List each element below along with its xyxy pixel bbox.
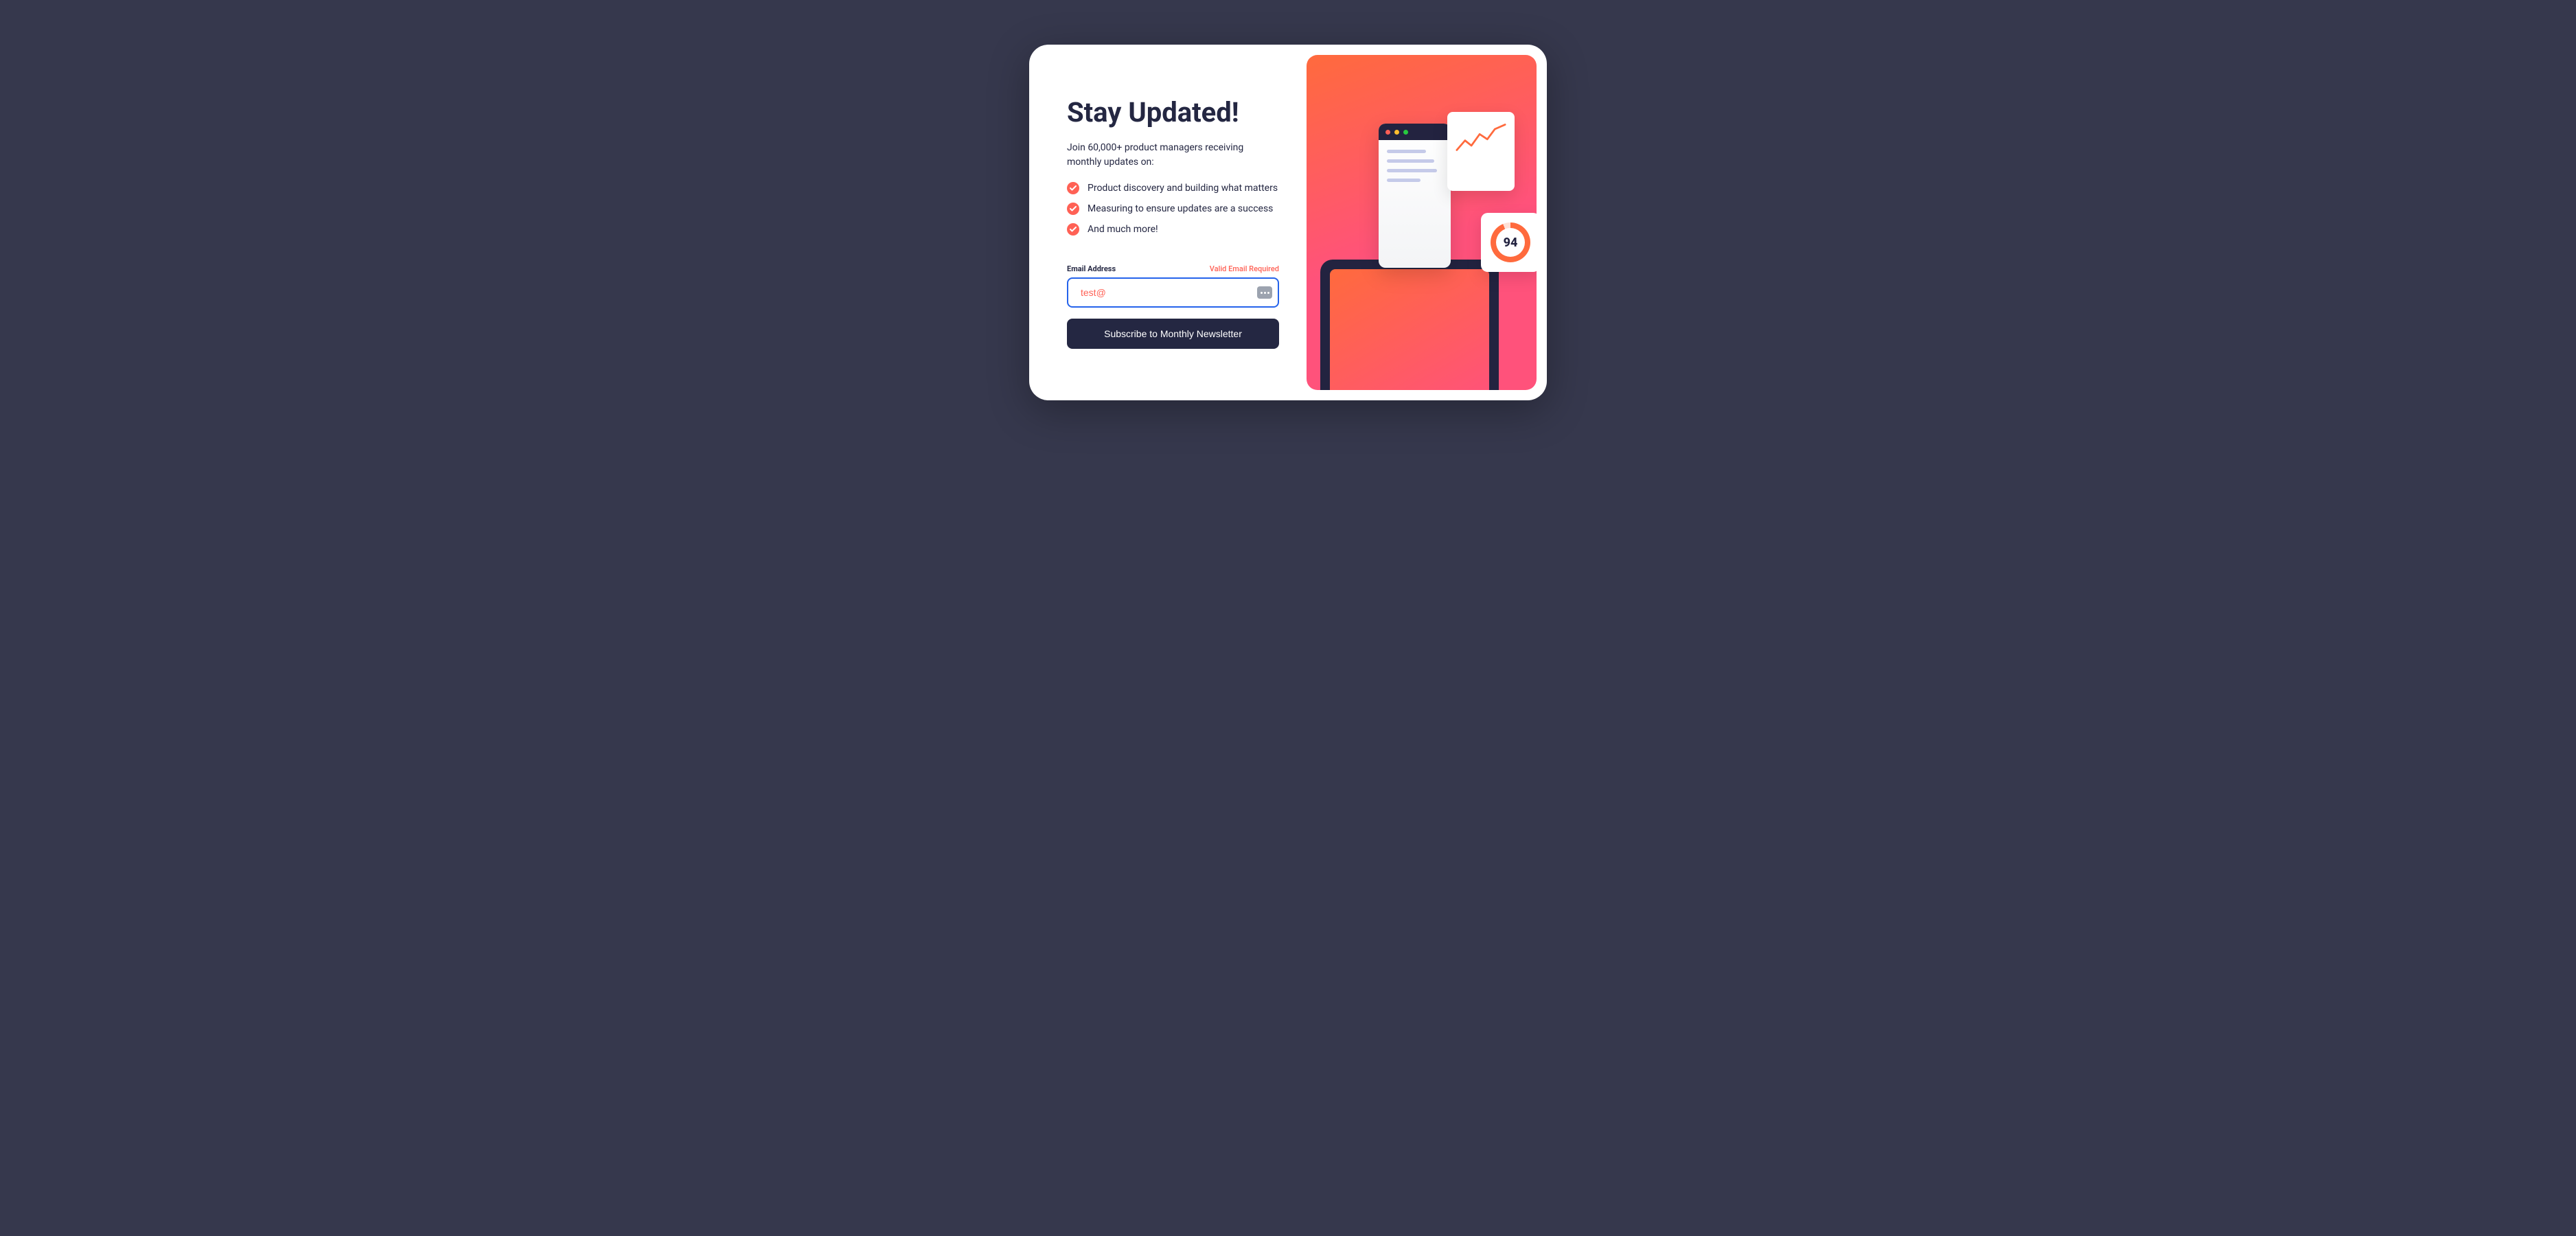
traffic-light-green-icon xyxy=(1403,130,1408,135)
score-ring-icon: 94 xyxy=(1491,222,1530,262)
window-titlebar xyxy=(1379,124,1451,140)
feature-item: Measuring to ensure updates are a succes… xyxy=(1067,203,1279,215)
input-wrapper xyxy=(1067,277,1279,308)
traffic-light-yellow-icon xyxy=(1394,130,1399,135)
feature-item: Product discovery and building what matt… xyxy=(1067,182,1279,194)
tablet-device xyxy=(1320,260,1499,390)
feature-text: Product discovery and building what matt… xyxy=(1088,183,1278,194)
email-label: Email Address xyxy=(1067,264,1116,273)
score-card: 94 xyxy=(1481,213,1537,272)
content-panel: Stay Updated! Join 60,000+ product manag… xyxy=(1039,55,1307,390)
feature-list: Product discovery and building what matt… xyxy=(1067,182,1279,244)
email-field[interactable] xyxy=(1067,277,1279,308)
tablet-screen xyxy=(1330,269,1489,390)
label-row: Email Address Valid Email Required xyxy=(1067,264,1279,273)
traffic-light-red-icon xyxy=(1385,130,1390,135)
text-line xyxy=(1387,179,1421,182)
check-icon xyxy=(1067,182,1079,194)
subtitle-text: Join 60,000+ product managers receiving … xyxy=(1067,141,1279,170)
text-line xyxy=(1387,150,1426,153)
autofill-icon[interactable] xyxy=(1257,286,1272,299)
newsletter-card: Stay Updated! Join 60,000+ product manag… xyxy=(1029,45,1547,400)
chart-card xyxy=(1447,112,1515,191)
error-message: Valid Email Required xyxy=(1210,264,1279,273)
page-title: Stay Updated! xyxy=(1067,96,1279,128)
window-content xyxy=(1379,140,1451,198)
subscribe-button[interactable]: Subscribe to Monthly Newsletter xyxy=(1067,319,1279,349)
line-chart-icon xyxy=(1456,120,1506,154)
feature-text: And much more! xyxy=(1088,224,1158,235)
check-icon xyxy=(1067,223,1079,236)
check-icon xyxy=(1067,203,1079,215)
feature-item: And much more! xyxy=(1067,223,1279,236)
text-line xyxy=(1387,169,1437,172)
browser-window xyxy=(1379,124,1451,268)
text-line xyxy=(1387,159,1434,163)
illustration-panel: 94 xyxy=(1307,55,1537,390)
score-value: 94 xyxy=(1496,228,1525,257)
feature-text: Measuring to ensure updates are a succes… xyxy=(1088,203,1273,214)
